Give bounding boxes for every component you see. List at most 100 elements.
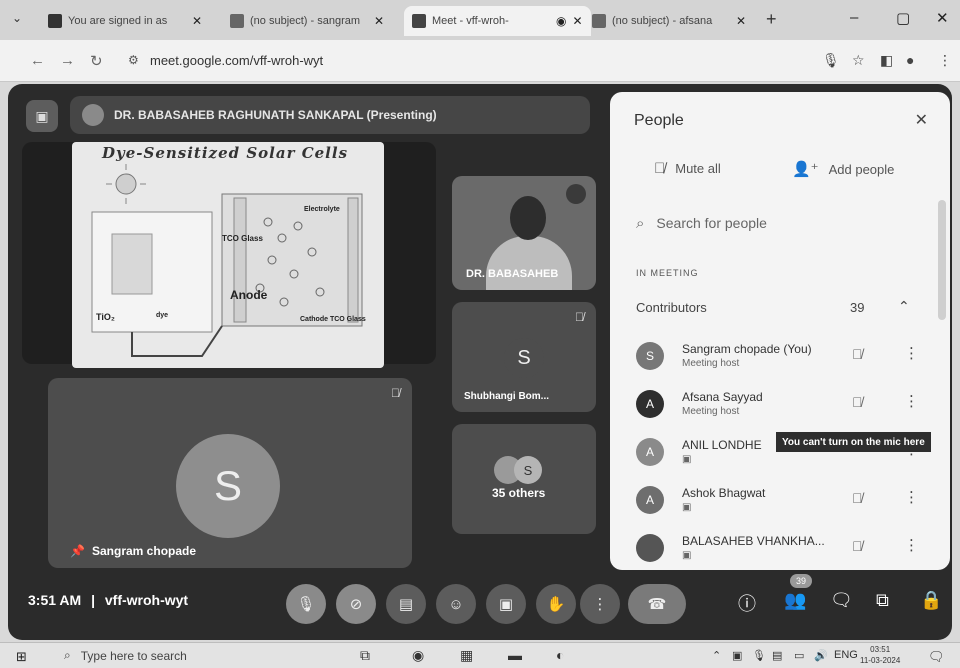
participant-count-badge: 39 — [790, 574, 812, 588]
more-vert-icon[interactable]: ⋮ — [904, 392, 919, 410]
side-panel-icon[interactable]: ◧ — [880, 52, 893, 69]
browser-tab[interactable]: (no subject) - afsana ✕ — [584, 6, 754, 36]
participant-tile[interactable]: 🎙̸ S Shubhangi Bom... — [452, 302, 596, 412]
add-people-button[interactable]: 👤⁺ Add people — [792, 160, 894, 178]
maximize-button[interactable]: ▢ — [896, 9, 910, 27]
mic-toggle-button[interactable]: 🎙 — [286, 584, 326, 624]
tray-mic-icon[interactable]: 🎙 — [752, 649, 766, 662]
microphone-icon[interactable]: 🎙 — [822, 52, 840, 69]
browser-menu-icon[interactable]: ⋮ — [938, 52, 952, 69]
tray-volume-icon[interactable]: 🔊 — [814, 649, 828, 662]
notifications-icon[interactable]: 🗨 — [928, 649, 945, 665]
people-icon[interactable]: 👥 — [784, 590, 806, 611]
more-vert-icon[interactable]: ⋮ — [904, 488, 919, 506]
tray-chevron-icon[interactable]: ⌃ — [712, 649, 721, 662]
camera-toggle-button[interactable]: ⊘ — [336, 584, 376, 624]
slide-label-anode: Anode — [230, 288, 268, 302]
address-bar-row: ← → ↻ ⚙ meet.google.com/vff-wroh-wyt 🎙 ☆… — [0, 40, 960, 82]
participant-avatar: A — [636, 390, 664, 418]
new-tab-button[interactable]: + — [766, 9, 777, 30]
gmail-icon — [592, 14, 606, 28]
add-person-icon: 👤⁺ — [792, 161, 819, 178]
camera-tile[interactable]: DR. BABASAHEB — [452, 176, 596, 290]
browser-tab[interactable]: You are signed in as ✕ — [40, 6, 210, 36]
raise-hand-button[interactable]: ✋ — [536, 584, 576, 624]
tile-name: DR. BABASAHEB — [466, 268, 559, 280]
search-icon: ⌕ — [636, 214, 645, 232]
close-window-button[interactable]: ✕ — [936, 9, 949, 27]
bookmark-star-icon[interactable]: ☆ — [852, 52, 865, 69]
mic-off-icon[interactable]: 🎙̸ — [852, 538, 863, 554]
mic-off-icon[interactable]: 🎙̸ — [852, 394, 863, 410]
stop-presenting-icon[interactable]: ▣ — [26, 100, 58, 132]
participant-row[interactable]: A Ashok Bhagwat ▣ 🎙̸ ⋮ — [636, 480, 926, 520]
self-tile[interactable]: 🎙̸ S 📌 Sangram chopade — [48, 378, 412, 568]
tray-display-icon[interactable]: ▭ — [794, 649, 804, 662]
participant-row[interactable]: BALASAHEB VHANKHA... ▣ 🎙̸ ⋮ — [636, 528, 926, 568]
forward-arrow-icon[interactable]: → — [60, 52, 75, 69]
tab-title: (no subject) - afsana — [612, 15, 713, 27]
site-info-icon[interactable]: ⚙ — [128, 53, 139, 67]
more-vert-icon[interactable]: ⋮ — [904, 344, 919, 362]
profile-avatar-icon[interactable]: ● — [906, 52, 914, 68]
mic-tooltip: You can't turn on the mic here — [776, 432, 931, 452]
edge-icon[interactable]: ◐ — [556, 647, 564, 663]
taskbar-search[interactable]: ⌕ Type here to search — [64, 648, 187, 663]
tab-favicon-icon — [48, 14, 62, 28]
mute-all-label: Mute all — [675, 161, 721, 176]
participant-role: Meeting host — [682, 406, 740, 417]
mic-off-icon[interactable]: 🎙̸ — [852, 490, 863, 506]
close-tab-icon[interactable]: ✕ — [374, 14, 384, 28]
close-icon[interactable]: ✕ — [915, 110, 928, 130]
participant-name: BALASAHEB VHANKHA... — [682, 534, 825, 548]
others-tile[interactable]: S 35 others — [452, 424, 596, 534]
browser-tab-active[interactable]: Meet - vff-wroh- ◉ ✕ — [404, 6, 591, 36]
more-vert-icon[interactable]: ⋮ — [904, 536, 919, 554]
leave-call-button[interactable]: ☎ — [628, 584, 686, 624]
meeting-details-icon[interactable]: ⓘ — [738, 590, 756, 616]
participant-row[interactable]: S Sangram chopade (You) Meeting host 🎙̸ … — [636, 336, 926, 376]
tray-language[interactable]: ENG — [834, 649, 858, 661]
captions-button[interactable]: ▤ — [386, 584, 426, 624]
taskbar-search-placeholder: Type here to search — [80, 648, 187, 663]
participant-name: Afsana Sayyad — [682, 390, 763, 404]
browser-tab[interactable]: (no subject) - sangram ✕ — [222, 6, 392, 36]
meeting-separator: | — [91, 592, 95, 608]
windows-start-icon[interactable]: ⊞ — [16, 649, 27, 665]
tray-network-icon[interactable]: ▤ — [772, 649, 782, 662]
activities-icon[interactable]: ⧉ — [876, 590, 889, 611]
people-panel-scrollbar[interactable] — [938, 200, 946, 320]
contributors-group-header[interactable]: Contributors 39 ⌃ — [636, 298, 926, 315]
emoji-button[interactable]: ☺ — [436, 584, 476, 624]
back-arrow-icon[interactable]: ← — [30, 52, 45, 69]
close-tab-icon[interactable]: ✕ — [736, 14, 746, 28]
close-tab-icon[interactable]: ✕ — [192, 14, 202, 28]
app-icon[interactable]: ▦ — [460, 647, 473, 664]
host-controls-icon[interactable]: 🔒 — [920, 590, 942, 611]
more-options-button[interactable]: ⋮ — [580, 584, 620, 624]
meeting-time: 3:51 AM — [28, 592, 82, 608]
others-count-label: 35 others — [492, 486, 546, 500]
mic-off-icon[interactable]: 🎙̸ — [852, 346, 863, 362]
close-tab-icon[interactable]: ✕ — [572, 14, 582, 28]
participant-name: Ashok Bhagwat — [682, 486, 766, 500]
participant-row[interactable]: A Afsana Sayyad Meeting host 🎙̸ ⋮ — [636, 384, 926, 424]
participant-video — [486, 236, 572, 290]
clock-time: 03:51 — [870, 645, 891, 654]
task-view-icon[interactable]: ⧉ — [360, 647, 370, 664]
reload-icon[interactable]: ↻ — [90, 52, 103, 70]
gmail-icon — [230, 14, 244, 28]
search-people-field[interactable]: ⌕ Search for people — [624, 204, 936, 242]
address-bar-url[interactable]: meet.google.com/vff-wroh-wyt — [150, 53, 323, 68]
chat-icon[interactable]: 🗨 — [830, 590, 853, 611]
present-screen-button[interactable]: ▣ — [486, 584, 526, 624]
file-explorer-icon[interactable]: ▬ — [508, 647, 522, 663]
chevron-up-icon[interactable]: ⌃ — [898, 298, 910, 315]
taskbar-clock[interactable]: 03:51 11-03-2024 — [860, 644, 900, 666]
minimize-button[interactable]: – — [850, 9, 858, 26]
chrome-icon[interactable]: ◉ — [412, 647, 424, 664]
tab-search-chevron-icon[interactable]: ⌄ — [12, 11, 22, 25]
tray-app-icon[interactable]: ▣ — [732, 649, 742, 662]
mute-all-button[interactable]: 🎙̸ Mute all — [654, 160, 721, 177]
people-panel-title: People — [634, 112, 684, 129]
